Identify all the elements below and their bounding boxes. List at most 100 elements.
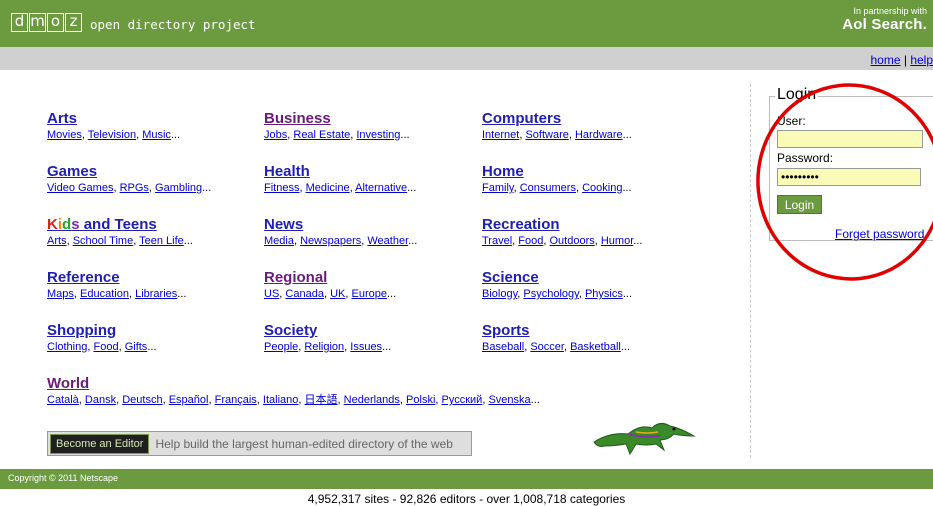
more-ellipsis: ...: [622, 182, 632, 194]
category-title-link[interactable]: Regional: [264, 269, 396, 287]
subcategory-link[interactable]: Català: [47, 394, 79, 406]
subcategory-link[interactable]: Physics: [585, 288, 623, 300]
subcategory-link[interactable]: Biology: [482, 288, 517, 300]
subcategory-link[interactable]: Français: [215, 394, 257, 406]
subcategory-link[interactable]: Education: [80, 288, 129, 300]
category-title-link[interactable]: Reference: [47, 269, 186, 287]
subcategory-link[interactable]: Food: [93, 341, 118, 353]
subcategory-link[interactable]: Fitness: [264, 182, 299, 194]
subcategory-link[interactable]: Travel: [482, 235, 512, 247]
subcategory-link[interactable]: School Time: [73, 235, 134, 247]
category-title-link[interactable]: Business: [264, 110, 410, 128]
subcategory-list: Internet, Software, Hardware...: [482, 129, 632, 141]
category-title-link[interactable]: Computers: [482, 110, 632, 128]
subcategory-link[interactable]: Jobs: [264, 129, 287, 141]
subcategory-link[interactable]: Cooking: [582, 182, 622, 194]
subcategory-link[interactable]: Русский: [442, 394, 483, 406]
subcategory-link[interactable]: RPGs: [120, 182, 149, 194]
subcategory-link[interactable]: Investing: [356, 129, 400, 141]
category-title-link[interactable]: News: [264, 216, 417, 234]
subcategory-link[interactable]: Real Estate: [293, 129, 350, 141]
subcategory-link[interactable]: US: [264, 288, 279, 300]
subcategory-link[interactable]: Basketball: [570, 341, 621, 353]
subcategory-link[interactable]: Italiano: [263, 394, 298, 406]
subcategory-link[interactable]: Canada: [285, 288, 324, 300]
subcategory-link[interactable]: 日本語: [305, 394, 338, 406]
subcategory-link[interactable]: Soccer: [530, 341, 564, 353]
subcategory-link[interactable]: Europe: [351, 288, 386, 300]
subcategory-link[interactable]: Religion: [304, 341, 344, 353]
subcategory-link[interactable]: Television: [88, 129, 136, 141]
subcategory-link[interactable]: Family: [482, 182, 514, 194]
more-ellipsis: ...: [622, 288, 633, 300]
home-link[interactable]: home: [870, 53, 900, 67]
category-title-link[interactable]: Arts: [47, 110, 180, 128]
login-button[interactable]: Login: [777, 195, 822, 214]
category-title-link[interactable]: Kids and Teens: [47, 216, 193, 234]
subcategory-link[interactable]: Issues: [350, 341, 382, 353]
subcategory-link[interactable]: Outdoors: [549, 235, 594, 247]
category-news: News Media, Newspapers, Weather...: [264, 216, 417, 249]
logo-letter: z: [65, 13, 82, 32]
subcategory-list: Movies, Television, Music...: [47, 129, 181, 141]
subcategory-link[interactable]: Deutsch: [122, 394, 162, 406]
subcategory-link[interactable]: People: [264, 341, 298, 353]
subcategory-link[interactable]: Humor: [601, 235, 633, 247]
subcategory-link[interactable]: UK: [330, 288, 345, 300]
subcategory-link[interactable]: Psychology: [523, 288, 578, 300]
category-sports: Sports Baseball, Soccer, Basketball...: [482, 322, 630, 355]
subcategory-link[interactable]: Svenska: [488, 394, 530, 406]
subcategory-link[interactable]: Clothing: [47, 341, 87, 353]
subcategory-link[interactable]: Movies: [47, 129, 82, 141]
subcategory-link[interactable]: Consumers: [520, 182, 576, 194]
subcategory-link[interactable]: Nederlands: [344, 394, 400, 406]
partner-badge[interactable]: In partnership with Aol Search.: [842, 6, 927, 33]
category-title-link[interactable]: Science: [482, 269, 632, 287]
subcategory-link[interactable]: Arts: [47, 235, 67, 247]
subcategory-link[interactable]: Weather: [367, 235, 408, 247]
dmoz-logo[interactable]: d m o z open directory project: [11, 13, 256, 32]
category-society: Society People, Religion, Issues...: [264, 322, 391, 355]
forgot-password-link[interactable]: Forget password: [835, 227, 924, 241]
category-title-link[interactable]: Home: [482, 163, 632, 181]
category-title-link[interactable]: Shopping: [47, 322, 156, 340]
help-link[interactable]: help: [910, 53, 933, 67]
category-title-link[interactable]: Society: [264, 322, 391, 340]
become-editor-button[interactable]: Become an Editor: [50, 433, 150, 454]
copyright-text: Copyright © 2011 Netscape: [8, 473, 119, 483]
subcategory-link[interactable]: Hardware: [575, 129, 623, 141]
subcategory-link[interactable]: Maps: [47, 288, 74, 300]
category-title-link[interactable]: Sports: [482, 322, 630, 340]
subcategory-link[interactable]: Gambling: [155, 182, 202, 194]
site-tagline: open directory project: [90, 17, 256, 32]
subcategory-link[interactable]: Food: [518, 235, 543, 247]
subcategory-list: Jobs, Real Estate, Investing...: [264, 129, 410, 141]
user-label: User:: [777, 114, 806, 128]
category-title-link[interactable]: Recreation: [482, 216, 642, 234]
subcategory-link[interactable]: Music: [142, 129, 171, 141]
subcategory-link[interactable]: Gifts: [125, 341, 148, 353]
kids-title-part: and Teens: [79, 216, 157, 233]
subcategory-link[interactable]: Teen Life: [139, 235, 184, 247]
top-nav: home | help: [870, 53, 933, 67]
subcategory-link[interactable]: Newspapers: [300, 235, 361, 247]
subcategory-link[interactable]: Libraries: [135, 288, 177, 300]
subcategory-link[interactable]: Media: [264, 235, 294, 247]
subcategory-link[interactable]: Dansk: [85, 394, 116, 406]
category-title-link[interactable]: Health: [264, 163, 416, 181]
subcategory-link[interactable]: Video Games: [47, 182, 113, 194]
subcategory-link[interactable]: Polski: [406, 394, 435, 406]
subcategory-link[interactable]: Español: [169, 394, 209, 406]
category-title-link[interactable]: Games: [47, 163, 211, 181]
category-title-link[interactable]: World: [47, 375, 540, 393]
subcategory-link[interactable]: Software: [525, 129, 568, 141]
subcategory-link[interactable]: Medicine: [306, 182, 350, 194]
more-ellipsis: ...: [147, 341, 157, 353]
subcategory-link[interactable]: Internet: [482, 129, 519, 141]
password-input[interactable]: •••••••••: [777, 168, 921, 186]
subcategory-link[interactable]: Baseball: [482, 341, 524, 353]
more-ellipsis: ...: [183, 235, 193, 247]
subcategory-link[interactable]: Alternative: [355, 182, 407, 194]
user-input[interactable]: [777, 130, 923, 148]
header-bar: d m o z open directory project In partne…: [0, 0, 933, 47]
